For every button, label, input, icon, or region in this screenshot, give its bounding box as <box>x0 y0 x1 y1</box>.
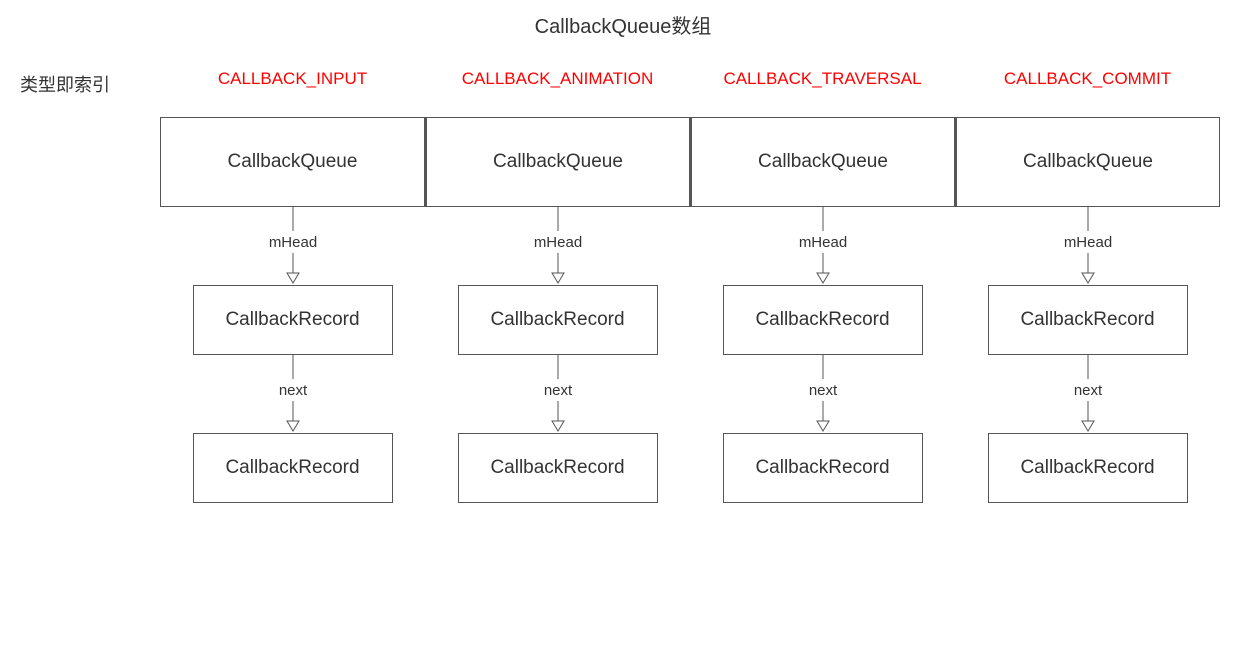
link-section-1: mHead CallbackRecord mHead CallbackRecor… <box>160 207 1246 355</box>
record-box: CallbackRecord <box>458 285 658 355</box>
arrow-label: next <box>543 382 572 399</box>
arrow-next-icon: next <box>253 355 333 433</box>
arrow-label: next <box>278 382 307 399</box>
record-box: CallbackRecord <box>193 433 393 503</box>
arrow-mhead-icon: mHead <box>253 207 333 285</box>
record-box: CallbackRecord <box>723 285 923 355</box>
arrow-mhead-icon: mHead <box>783 207 863 285</box>
arrow-label: mHead <box>533 234 581 251</box>
link-section-2: next CallbackRecord next CallbackRecord … <box>160 355 1246 503</box>
queue-box: CallbackQueue <box>425 117 690 207</box>
arrow-mhead-icon: mHead <box>518 207 598 285</box>
side-label: 类型即索引 <box>20 71 150 97</box>
record-box: CallbackRecord <box>723 433 923 503</box>
type-label-animation: CALLBACK_ANIMATION <box>462 69 653 99</box>
arrow-mhead-icon: mHead <box>1048 207 1128 285</box>
arrow-next-icon: next <box>1048 355 1128 433</box>
record-box: CallbackRecord <box>458 433 658 503</box>
arrow-label: mHead <box>1063 234 1111 251</box>
record-box: CallbackRecord <box>988 433 1188 503</box>
diagram-title: CallbackQueue数组 <box>0 0 1246 69</box>
arrow-label: mHead <box>268 234 316 251</box>
arrow-label: mHead <box>798 234 846 251</box>
type-label-input: CALLBACK_INPUT <box>218 69 367 99</box>
queue-array-row: CallbackQueue CallbackQueue CallbackQueu… <box>160 117 1246 207</box>
arrow-next-icon: next <box>518 355 598 433</box>
arrow-label: next <box>1073 382 1102 399</box>
type-labels-row: 类型即索引 CALLBACK_INPUT CALLBACK_ANIMATION … <box>0 69 1246 99</box>
record-box: CallbackRecord <box>988 285 1188 355</box>
type-label-traversal: CALLBACK_TRAVERSAL <box>723 69 921 99</box>
queue-box: CallbackQueue <box>690 117 955 207</box>
arrow-label: next <box>808 382 837 399</box>
queue-box: CallbackQueue <box>955 117 1220 207</box>
arrow-next-icon: next <box>783 355 863 433</box>
type-label-commit: CALLBACK_COMMIT <box>1004 69 1171 99</box>
record-box: CallbackRecord <box>193 285 393 355</box>
queue-box: CallbackQueue <box>160 117 425 207</box>
